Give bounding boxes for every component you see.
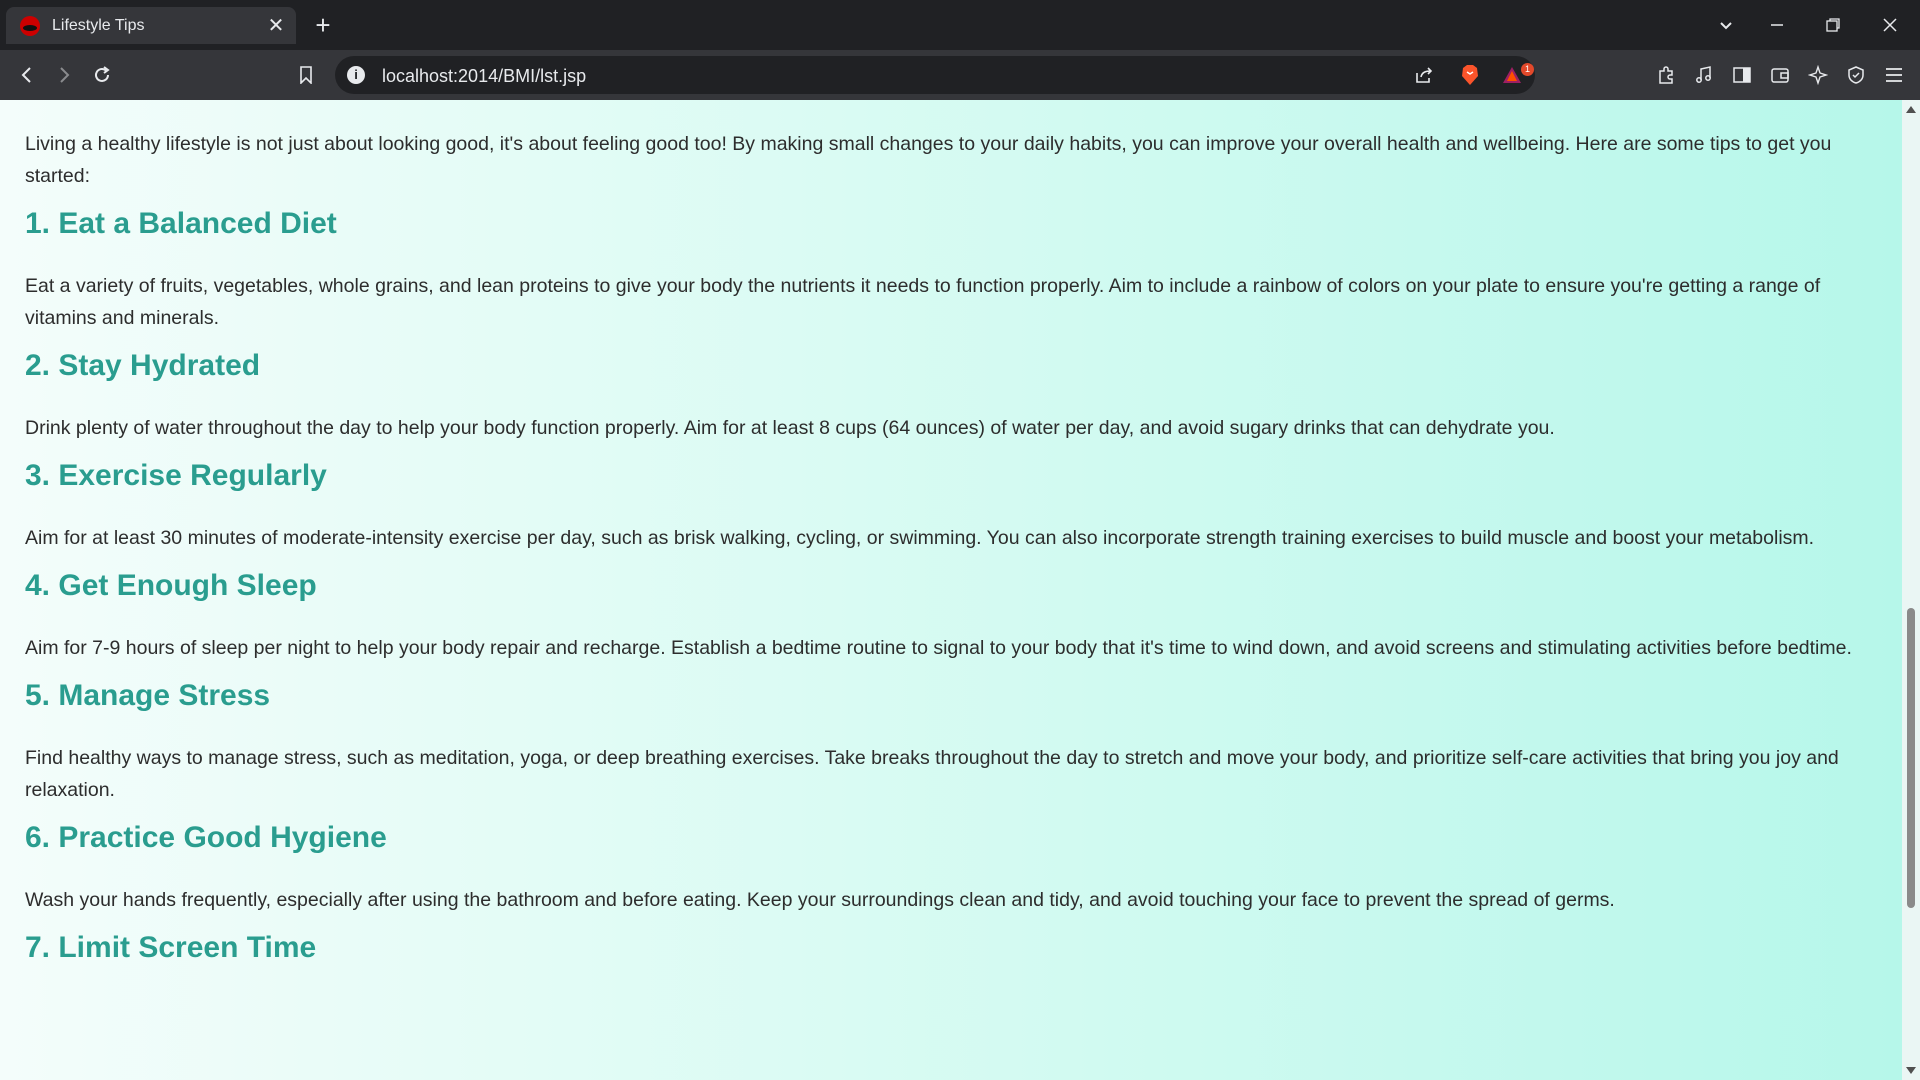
- browser-tab[interactable]: Lifestyle Tips ✕: [6, 7, 296, 44]
- page-content: Living a healthy lifestyle is not just a…: [0, 128, 1902, 976]
- tip-heading: 4. Get Enough Sleep: [25, 569, 317, 602]
- extensions-icon[interactable]: [1651, 60, 1681, 90]
- share-icon[interactable]: [1409, 60, 1439, 90]
- intro-paragraph: Living a healthy lifestyle is not just a…: [25, 133, 1832, 187]
- close-tab-icon[interactable]: ✕: [264, 14, 288, 38]
- url-text[interactable]: localhost:2014/BMI/lst.jsp: [382, 66, 586, 87]
- tip-heading: 2. Stay Hydrated: [25, 349, 261, 382]
- restore-button[interactable]: [1818, 10, 1848, 40]
- vpn-shield-icon[interactable]: [1841, 60, 1871, 90]
- page-viewport: Living a healthy lifestyle is not just a…: [0, 100, 1902, 1080]
- media-icon[interactable]: [1689, 60, 1719, 90]
- tip-text: Aim for 7-9 hours of sleep per night to …: [25, 637, 1852, 659]
- close-window-button[interactable]: [1875, 10, 1905, 40]
- bookmark-icon[interactable]: [291, 60, 321, 90]
- brave-shields-icon[interactable]: [1455, 60, 1485, 90]
- tab-strip: Lifestyle Tips ✕ +: [0, 0, 1920, 50]
- minimize-button[interactable]: [1762, 10, 1792, 40]
- scroll-up-arrow-icon[interactable]: [1906, 106, 1916, 113]
- new-tab-button[interactable]: +: [310, 12, 336, 38]
- tab-search-chevron-icon[interactable]: [1711, 10, 1741, 40]
- scrollbar-thumb[interactable]: [1907, 608, 1915, 908]
- back-button[interactable]: [12, 60, 42, 90]
- wallet-icon[interactable]: [1765, 60, 1795, 90]
- tip-heading: 5. Manage Stress: [25, 679, 271, 712]
- leo-ai-icon[interactable]: [1803, 60, 1833, 90]
- scroll-down-arrow-icon[interactable]: [1906, 1067, 1916, 1074]
- rewards-badge: 1: [1521, 63, 1534, 76]
- forward-button[interactable]: [49, 60, 79, 90]
- tip-heading: 3. Exercise Regularly: [25, 459, 327, 492]
- tip-text: Wash your hands frequently, especially a…: [25, 889, 1615, 911]
- tip-text: Eat a variety of fruits, vegetables, who…: [25, 275, 1821, 329]
- reload-button[interactable]: [87, 60, 117, 90]
- redhat-favicon-icon: [20, 15, 40, 36]
- tip-text: Aim for at least 30 minutes of moderate-…: [25, 527, 1815, 549]
- tip-heading: 7. Limit Screen Time: [25, 931, 317, 964]
- tip-heading: 6. Practice Good Hygiene: [25, 821, 387, 854]
- sidebar-icon[interactable]: [1727, 60, 1757, 90]
- address-bar[interactable]: i localhost:2014/BMI/lst.jsp: [335, 56, 1535, 94]
- tab-title: Lifestyle Tips: [52, 16, 145, 34]
- menu-icon[interactable]: [1879, 60, 1909, 90]
- tip-text: Find healthy ways to manage stress, such…: [25, 747, 1839, 801]
- site-info-icon[interactable]: i: [347, 66, 365, 84]
- tip-heading: 1. Eat a Balanced Diet: [25, 207, 337, 240]
- tip-text: Drink plenty of water throughout the day…: [25, 417, 1555, 439]
- browser-toolbar: i localhost:2014/BMI/lst.jsp 1: [0, 50, 1920, 100]
- vertical-scrollbar[interactable]: [1902, 100, 1920, 1080]
